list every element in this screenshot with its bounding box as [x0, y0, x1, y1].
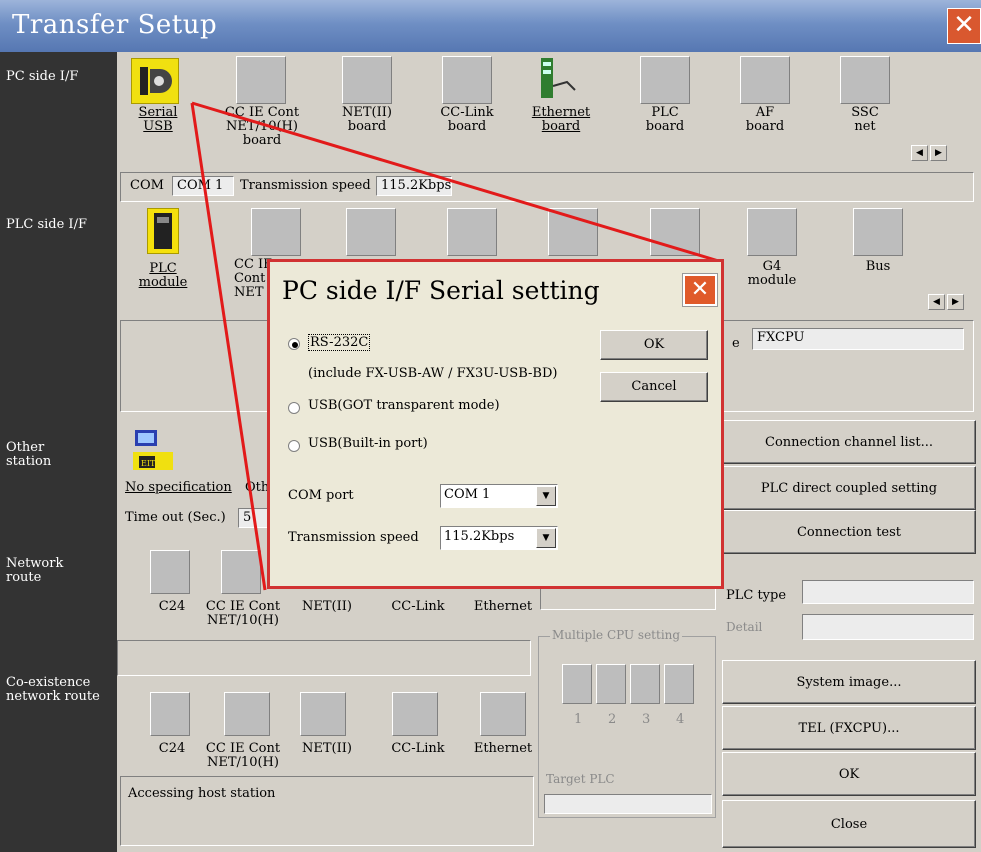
callout-line-right: [191, 101, 723, 264]
dialog-close-button[interactable]: ✕: [682, 273, 718, 307]
com-port-select[interactable]: COM 1 ▼: [440, 484, 558, 508]
dialog-title: PC side I/F Serial setting: [282, 276, 600, 305]
serial-setting-dialog: PC side I/F Serial setting ✕ RS-232C (in…: [267, 259, 724, 589]
rs232c-radio[interactable]: [288, 338, 300, 350]
com-port-value: COM 1: [444, 487, 491, 502]
usb-got-label[interactable]: USB(GOT transparent mode): [308, 398, 500, 413]
usb-builtin-label[interactable]: USB(Built-in port): [308, 436, 428, 451]
dialog-ok-button[interactable]: OK: [600, 330, 708, 360]
speed-select[interactable]: 115.2Kbps ▼: [440, 526, 558, 550]
usb-got-radio[interactable]: [288, 402, 300, 414]
dialog-title-bar: PC side I/F Serial setting ✕: [270, 262, 721, 318]
chevron-down-icon[interactable]: ▼: [536, 486, 556, 506]
speed-select-label: Transmission speed: [288, 530, 419, 545]
speed-select-value: 115.2Kbps: [444, 529, 515, 544]
com-port-label: COM port: [288, 488, 354, 503]
usb-builtin-radio[interactable]: [288, 440, 300, 452]
dialog-cancel-button[interactable]: Cancel: [600, 372, 708, 402]
chevron-down-icon[interactable]: ▼: [536, 528, 556, 548]
rs232c-note: (include FX-USB-AW / FX3U-USB-BD): [308, 366, 558, 381]
callout-line-left: [190, 102, 267, 591]
rs232c-label[interactable]: RS-232C: [308, 334, 371, 351]
